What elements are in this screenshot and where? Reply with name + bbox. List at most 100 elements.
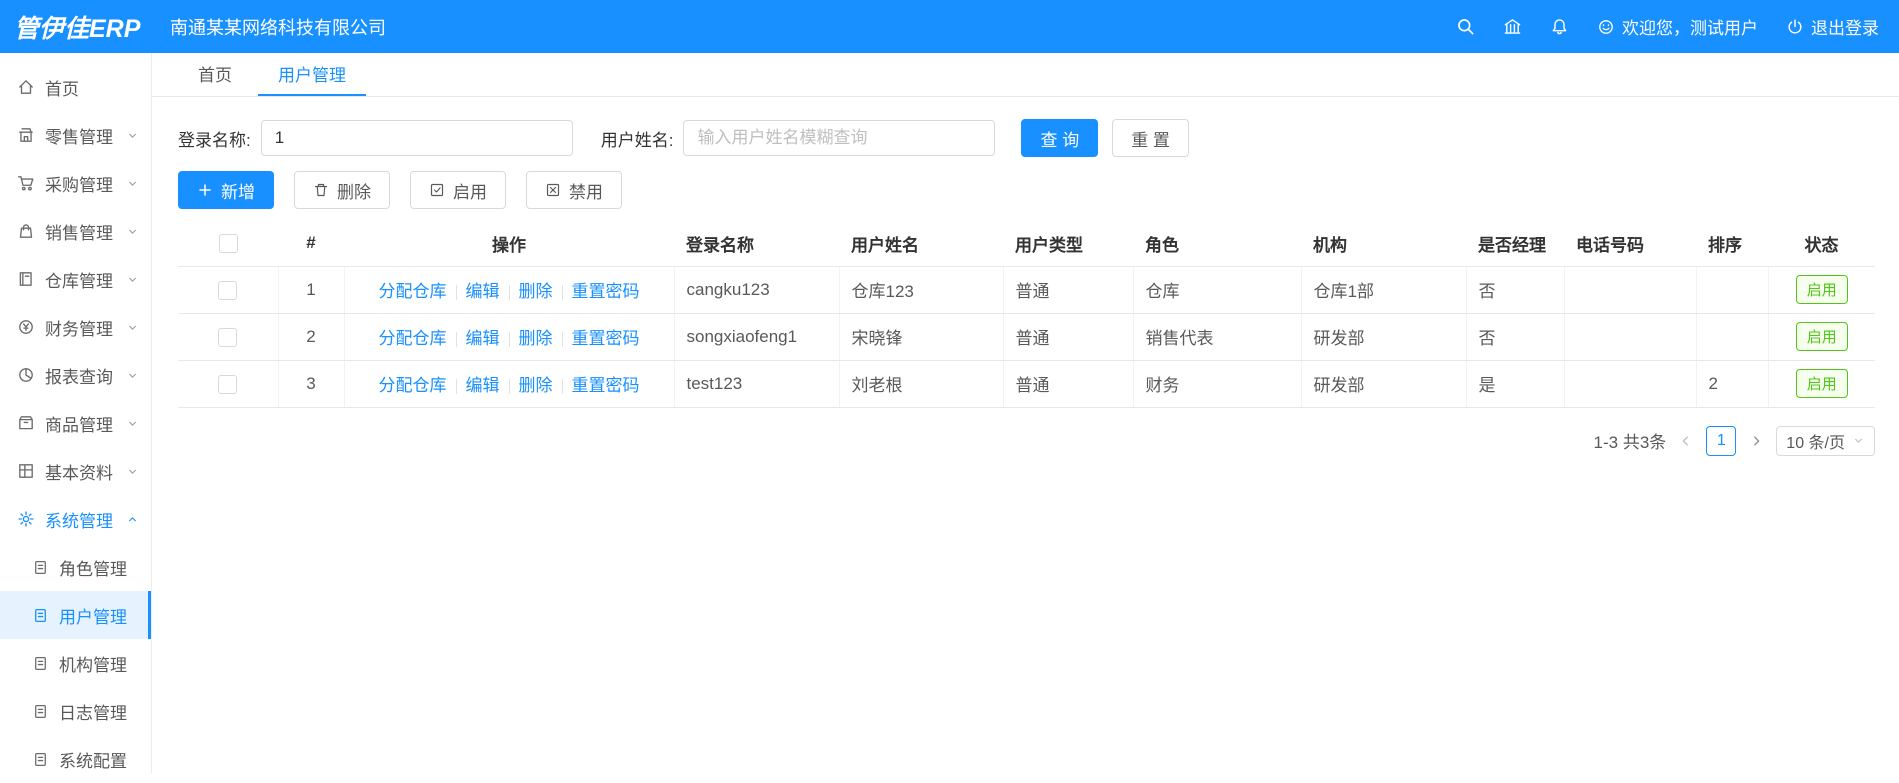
box-icon [17, 414, 35, 432]
next-page-button[interactable] [1749, 434, 1763, 448]
shop-icon [17, 126, 35, 144]
cell-name: 仓库123 [839, 266, 1004, 314]
sidebar-item-system[interactable]: 系统管理 [0, 495, 151, 543]
sidebar-item-retail[interactable]: 零售管理 [0, 111, 151, 159]
prev-page-button[interactable] [1679, 434, 1693, 448]
chevron-down-icon [126, 177, 139, 190]
status-badge[interactable]: 启用 [1795, 275, 1848, 304]
home-bank-icon[interactable] [1503, 17, 1522, 36]
app-header: 管伊佳ERP 南通某某网络科技有限公司 欢迎您，测试用户 退出登录 [0, 0, 1899, 53]
reset-password-link[interactable]: 重置密码 [572, 376, 640, 395]
divider [455, 285, 457, 301]
sidebar-item-home[interactable]: 首页 [0, 63, 151, 111]
page-content: 登录名称: 用户姓名: 查 询 重 置 新增 删除 启用 [152, 97, 1899, 456]
pagination-range: 1-3 共3条 [1593, 433, 1667, 452]
edit-link[interactable]: 编辑 [466, 329, 500, 348]
table-header-row: # 操作 登录名称 用户姓名 用户类型 角色 机构 是否经理 电话号码 排序 状… [178, 221, 1875, 267]
bell-icon[interactable] [1550, 17, 1569, 36]
cell-type: 普通 [1003, 313, 1134, 361]
row-checkbox[interactable] [218, 280, 238, 300]
tab-bar: 首页 用户管理 [152, 53, 1899, 97]
sidebar-item-products[interactable]: 商品管理 [0, 399, 151, 447]
sidebar-item-basic-data[interactable]: 基本资料 [0, 447, 151, 495]
divider [508, 379, 510, 395]
sidebar-item-sales[interactable]: 销售管理 [0, 207, 151, 255]
assign-warehouse-link[interactable]: 分配仓库 [379, 282, 447, 301]
cell-login: songxiaofeng1 [674, 313, 840, 361]
welcome-text: 欢迎您，测试用户 [1622, 19, 1758, 38]
users-table: # 操作 登录名称 用户姓名 用户类型 角色 机构 是否经理 电话号码 排序 状… [178, 221, 1875, 408]
user-welcome[interactable]: 欢迎您，测试用户 [1597, 14, 1758, 39]
reset-password-link[interactable]: 重置密码 [572, 282, 640, 301]
sidebar-item-purchase[interactable]: 采购管理 [0, 159, 151, 207]
pagination: 1-3 共3条 1 10 条/页 [178, 425, 1875, 456]
grid-icon [17, 462, 35, 480]
cell-manager: 否 [1466, 266, 1565, 314]
cart-icon [17, 174, 35, 192]
user-name-input[interactable] [683, 120, 996, 156]
sidebar-item-reports[interactable]: 报表查询 [0, 351, 151, 399]
col-org: 机构 [1301, 221, 1466, 267]
logout-icon [1786, 18, 1804, 36]
logout-text: 退出登录 [1811, 19, 1879, 38]
table-row: 1 分配仓库 编辑 删除 重置密码 cangku123 仓库123 普通 仓库 仓库1… [178, 266, 1875, 314]
cell-role: 销售代表 [1133, 313, 1302, 361]
reset-button[interactable]: 重 置 [1112, 119, 1189, 157]
edit-link[interactable]: 编辑 [466, 376, 500, 395]
divider [455, 332, 457, 348]
delete-link[interactable]: 删除 [519, 282, 553, 301]
add-button[interactable]: 新增 [178, 171, 274, 209]
col-status: 状态 [1768, 221, 1875, 267]
chevron-down-icon [126, 273, 139, 286]
main-area: 首页 用户管理 登录名称: 用户姓名: 查 询 重 置 新增 [152, 53, 1899, 773]
tab-home[interactable]: 首页 [178, 53, 252, 96]
logout-button[interactable]: 退出登录 [1786, 14, 1879, 39]
select-all-checkbox[interactable] [218, 234, 238, 254]
x-square-icon [545, 182, 561, 198]
login-name-label: 登录名称: [178, 130, 251, 150]
sidebar-item-log-mgmt[interactable]: 日志管理 [0, 687, 151, 735]
sidebar-item-system-config[interactable]: 系统配置 [0, 735, 151, 783]
divider [508, 332, 510, 348]
row-checkbox[interactable] [218, 374, 238, 394]
current-page[interactable]: 1 [1706, 425, 1737, 456]
cell-role: 仓库 [1133, 266, 1302, 314]
sidebar-item-org-mgmt[interactable]: 机构管理 [0, 639, 151, 687]
cell-manager: 否 [1466, 313, 1565, 361]
assign-warehouse-link[interactable]: 分配仓库 [379, 376, 447, 395]
doc-icon [32, 607, 49, 624]
disable-button[interactable]: 禁用 [526, 171, 622, 209]
header-actions: 欢迎您，测试用户 退出登录 [1456, 14, 1899, 39]
cell-sort [1696, 266, 1769, 314]
delete-button[interactable]: 删除 [294, 171, 390, 209]
sidebar-item-role-mgmt[interactable]: 角色管理 [0, 543, 151, 591]
edit-link[interactable]: 编辑 [466, 282, 500, 301]
sidebar-item-warehouse[interactable]: 仓库管理 [0, 255, 151, 303]
status-badge[interactable]: 启用 [1795, 322, 1848, 351]
sidebar-item-user-mgmt[interactable]: 用户管理 [0, 591, 151, 639]
delete-link[interactable]: 删除 [519, 329, 553, 348]
page-size-select[interactable]: 10 条/页 [1776, 425, 1875, 456]
login-name-input[interactable] [260, 120, 573, 156]
cell-sort [1696, 313, 1769, 361]
col-name: 用户姓名 [839, 221, 1003, 267]
query-button[interactable]: 查 询 [1021, 119, 1099, 157]
sidebar-item-finance[interactable]: 财务管理 [0, 303, 151, 351]
chevron-down-icon [1852, 434, 1865, 447]
delete-link[interactable]: 删除 [519, 376, 553, 395]
chevron-down-icon [126, 465, 139, 478]
app-logo: 管伊佳ERP [14, 14, 141, 43]
pie-chart-icon [17, 366, 35, 384]
enable-button[interactable]: 启用 [410, 171, 506, 209]
search-icon[interactable] [1456, 17, 1475, 36]
row-checkbox[interactable] [218, 327, 238, 347]
book-icon [17, 270, 35, 288]
home-icon [17, 78, 35, 96]
status-badge[interactable]: 启用 [1795, 369, 1848, 398]
user-name-label: 用户姓名: [600, 130, 674, 150]
col-phone: 电话号码 [1564, 221, 1696, 267]
tab-user-mgmt[interactable]: 用户管理 [258, 53, 366, 96]
table-row: 3 分配仓库 编辑 删除 重置密码 test123 刘老根 普通 财务 研发部 是 2… [178, 360, 1875, 408]
reset-password-link[interactable]: 重置密码 [572, 329, 640, 348]
assign-warehouse-link[interactable]: 分配仓库 [379, 329, 447, 348]
